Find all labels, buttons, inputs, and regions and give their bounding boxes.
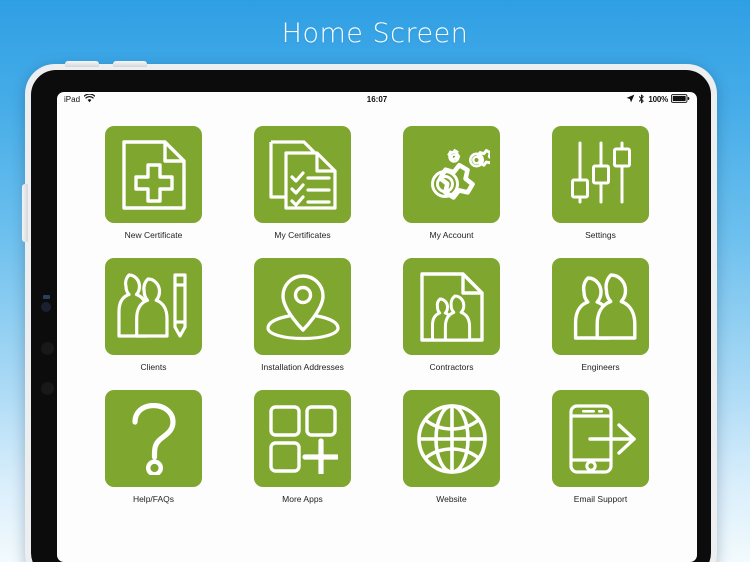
- people-icon: [563, 272, 639, 342]
- app-tile-my-account[interactable]: My Account: [377, 126, 526, 240]
- status-led: [43, 295, 50, 299]
- status-bar-left: iPad: [64, 93, 367, 105]
- app-tile-my-certificates[interactable]: My Certificates: [228, 126, 377, 240]
- screenshot-canvas: Home Screen iPad 16:07 100% New Certific…: [0, 0, 750, 562]
- tablet-screen: iPad 16:07 100% New Certificate My Certi…: [57, 92, 697, 562]
- globe-icon: [416, 403, 488, 475]
- app-tile-settings[interactable]: Settings: [526, 126, 675, 240]
- tablet-device: iPad 16:07 100% New Certificate My Certi…: [22, 61, 717, 562]
- tile-label: New Certificate: [124, 230, 183, 240]
- page-title: Home Screen: [281, 18, 469, 49]
- tile-label: Settings: [585, 230, 616, 240]
- tile-icon-box[interactable]: [552, 390, 649, 487]
- tile-label: Website: [436, 494, 467, 504]
- app-tile-engineers[interactable]: Engineers: [526, 258, 675, 372]
- question-mark-icon: [126, 402, 182, 475]
- tile-label: My Certificates: [274, 230, 331, 240]
- people-pencil-icon: [116, 272, 191, 342]
- phone-arrow-icon: [563, 403, 639, 475]
- tile-icon-box[interactable]: [552, 258, 649, 355]
- map-pin-icon: [265, 272, 341, 342]
- volume-down-button[interactable]: [113, 61, 147, 67]
- tile-label: Installation Addresses: [261, 362, 344, 372]
- ambient-sensor-1: [41, 342, 54, 355]
- document-people-icon: [419, 271, 485, 343]
- location-arrow-icon: [626, 94, 635, 105]
- app-tile-help-faqs[interactable]: Help/FAQs: [79, 390, 228, 504]
- app-tile-email-support[interactable]: Email Support: [526, 390, 675, 504]
- tile-label: My Account: [429, 230, 474, 240]
- tile-label: More Apps: [282, 494, 323, 504]
- tile-label: Engineers: [581, 362, 620, 372]
- wifi-icon: [83, 93, 96, 105]
- app-tile-new-certificate[interactable]: New Certificate: [79, 126, 228, 240]
- status-bar-clock: 16:07: [366, 95, 388, 104]
- device-name-label: iPad: [64, 95, 81, 104]
- squares-plus-icon: [268, 404, 338, 474]
- tile-icon-box[interactable]: [552, 126, 649, 223]
- ambient-sensor-2: [41, 382, 54, 395]
- status-bar-right: 100%: [387, 94, 690, 106]
- tile-label: Help/FAQs: [132, 494, 175, 504]
- app-tile-installation-addresses[interactable]: Installation Addresses: [228, 258, 377, 372]
- volume-up-button[interactable]: [65, 61, 99, 67]
- document-plus-icon: [121, 139, 187, 211]
- app-grid: New Certificate My Certificates My Accou…: [57, 112, 697, 504]
- app-tile-website[interactable]: Website: [377, 390, 526, 504]
- tile-label: Email Support: [573, 494, 628, 504]
- tile-icon-box[interactable]: [403, 126, 500, 223]
- tile-icon-box[interactable]: [254, 126, 351, 223]
- tile-icon-box[interactable]: [254, 390, 351, 487]
- bluetooth-icon: [638, 94, 645, 106]
- app-tile-more-apps[interactable]: More Apps: [228, 390, 377, 504]
- battery-full-icon: [671, 94, 690, 105]
- gears-icon: [414, 139, 490, 211]
- tablet-bezel: iPad 16:07 100% New Certificate My Certi…: [31, 70, 711, 562]
- front-camera: [41, 302, 51, 312]
- tile-icon-box[interactable]: [403, 258, 500, 355]
- documents-checklist-icon: [268, 139, 338, 211]
- tile-icon-box[interactable]: [254, 258, 351, 355]
- tile-label: Clients: [140, 362, 167, 372]
- app-tile-contractors[interactable]: Contractors: [377, 258, 526, 372]
- battery-percent-label: 100%: [648, 95, 668, 104]
- app-tile-clients[interactable]: Clients: [79, 258, 228, 372]
- tile-icon-box[interactable]: [105, 258, 202, 355]
- status-bar: iPad 16:07 100%: [57, 92, 697, 107]
- tile-icon-box[interactable]: [403, 390, 500, 487]
- tile-icon-box[interactable]: [105, 390, 202, 487]
- sliders-icon: [568, 140, 634, 210]
- tile-label: Contractors: [429, 362, 474, 372]
- power-button[interactable]: [22, 184, 28, 242]
- tile-icon-box[interactable]: [105, 126, 202, 223]
